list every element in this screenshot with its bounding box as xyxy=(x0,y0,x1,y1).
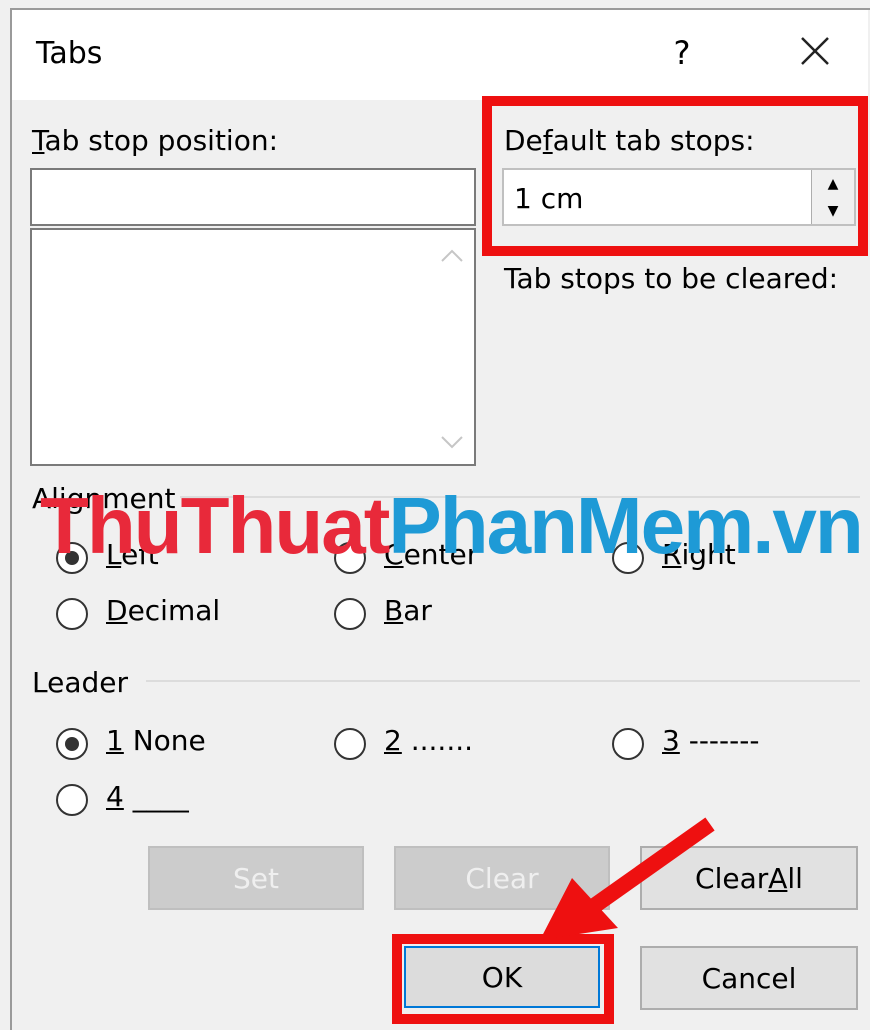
radio-circle[interactable] xyxy=(334,728,366,760)
scroll-up-icon[interactable] xyxy=(438,246,466,266)
title-bar xyxy=(10,8,868,100)
scroll-down-icon[interactable] xyxy=(438,432,466,452)
tab-stops-to-be-cleared-label: Tab stops to be cleared: xyxy=(504,262,839,295)
watermark-logo: ThuThuatPhanMem.vn xyxy=(40,481,864,570)
window-border-top xyxy=(10,8,870,10)
radio-label: 4 ____ xyxy=(106,780,189,813)
tab-stop-list[interactable] xyxy=(30,228,476,466)
close-icon[interactable] xyxy=(790,26,840,76)
radio-circle[interactable] xyxy=(56,598,88,630)
window-border-left xyxy=(10,8,12,1030)
radio-circle[interactable] xyxy=(334,598,366,630)
highlight-box-default-tab-stops xyxy=(482,96,868,256)
radio-label: 2 ....... xyxy=(384,724,474,757)
radio-label: Bar xyxy=(384,594,432,627)
radio-label: Decimal xyxy=(106,594,221,627)
leader-group-label: Leader xyxy=(32,666,129,699)
radio-label: 3 ------- xyxy=(662,724,760,757)
leader-separator xyxy=(146,680,860,682)
radio-circle[interactable] xyxy=(56,784,88,816)
dialog-title: Tabs xyxy=(36,36,103,71)
tab-stop-position-label: Tab stop position: xyxy=(32,124,279,157)
set-button[interactable]: Set xyxy=(148,846,364,910)
arrow-pointer-icon xyxy=(540,817,715,940)
radio-label: 1 None xyxy=(106,724,206,757)
help-button[interactable]: ? xyxy=(668,34,696,72)
radio-circle[interactable] xyxy=(56,728,88,760)
radio-circle[interactable] xyxy=(612,728,644,760)
tab-stop-position-input[interactable] xyxy=(30,168,476,226)
list-scrollbar[interactable] xyxy=(430,230,474,464)
cancel-button[interactable]: Cancel xyxy=(640,946,858,1010)
